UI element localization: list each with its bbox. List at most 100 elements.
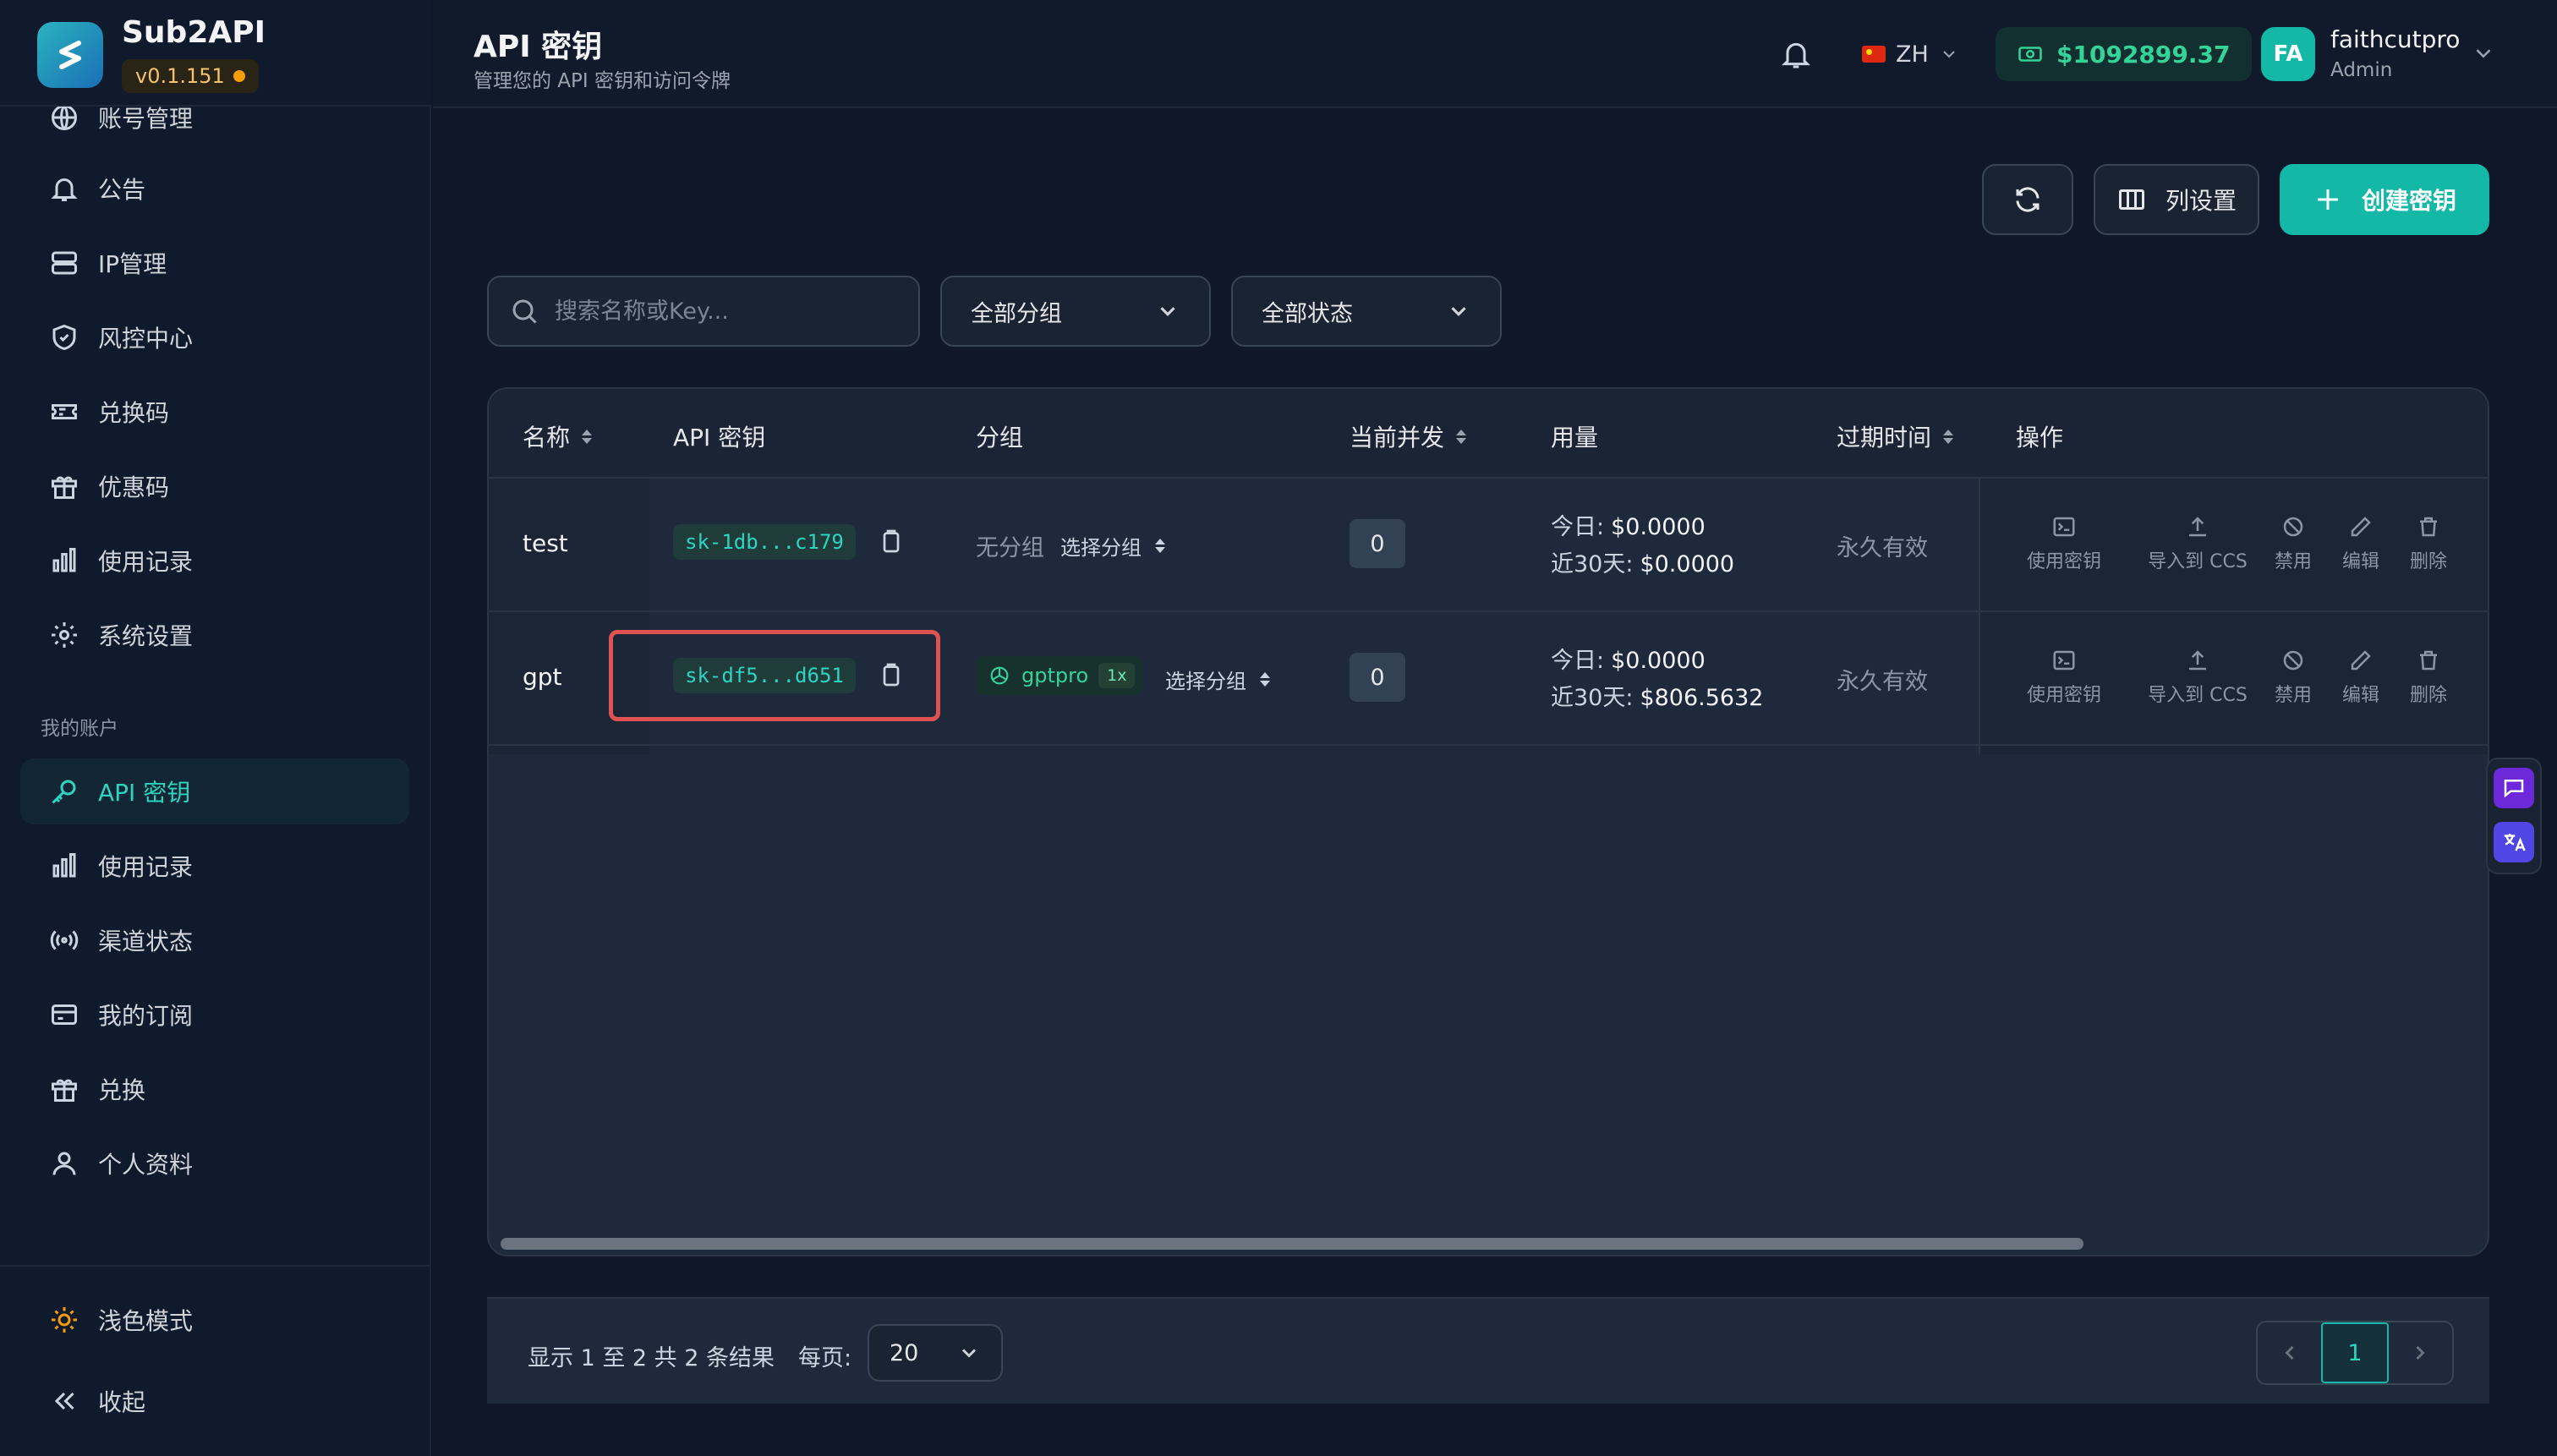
prev-page-button[interactable]: [2258, 1322, 2321, 1383]
balance-amount: $1092899.37: [2056, 40, 2231, 68]
group-badge: gptpro 1x: [976, 656, 1144, 695]
divider: [0, 1265, 431, 1267]
edit-key-button[interactable]: 编辑: [2327, 514, 2395, 573]
sidebar-item-announcements[interactable]: 公告: [20, 156, 409, 222]
usage-today-label: 今日:: [1551, 648, 1605, 674]
sidebar-item-usage[interactable]: 使用记录: [20, 833, 409, 899]
language-selector[interactable]: ZH: [1862, 36, 1959, 73]
search-input[interactable]: [555, 298, 910, 325]
page-title: API 密钥: [474, 30, 603, 64]
user-name[interactable]: faithcutpro: [2330, 25, 2460, 53]
edit-icon: [2351, 517, 2371, 537]
theme-toggle-button[interactable]: 浅色模式: [20, 1287, 409, 1353]
chevron-down-icon: [1451, 307, 1466, 316]
sidebar-item-risk-center[interactable]: 风控中心: [20, 304, 409, 370]
avatar[interactable]: FA: [2261, 27, 2315, 81]
import-ccs-button[interactable]: 导入到 CCS: [2134, 514, 2261, 573]
edit-icon: [2351, 650, 2371, 671]
table-row: test sk-1db...c179 无分组 选择分组 0 今日: $0.0000…: [489, 479, 2488, 612]
op-label: 编辑: [2341, 685, 2379, 706]
sidebar-item-profile[interactable]: 个人资料: [20, 1130, 409, 1196]
sidebar-item-subscriptions[interactable]: 我的订阅: [20, 982, 409, 1048]
select-group-button[interactable]: 选择分组: [1165, 665, 1270, 694]
sidebar-item-ip-management[interactable]: IP管理: [20, 230, 409, 296]
brand: Sub2API v0.1.151: [0, 0, 431, 107]
sidebar-item-label: 优惠码: [98, 473, 170, 501]
sidebar-item-label: 渠道状态: [98, 928, 194, 955]
bell-icon: [51, 178, 78, 201]
edit-key-button[interactable]: 编辑: [2327, 648, 2395, 707]
floating-toolbar: [2486, 758, 2542, 874]
collapse-sidebar-button[interactable]: 收起: [20, 1368, 409, 1434]
sidebar-item-api-keys[interactable]: API 密钥: [20, 758, 409, 824]
copy-key-button[interactable]: [878, 528, 905, 555]
sidebar-item-label: 系统设置: [98, 622, 194, 650]
usage-today-label: 今日:: [1551, 514, 1605, 540]
status-filter-select[interactable]: 全部状态: [1231, 276, 1502, 347]
delete-key-button[interactable]: 删除: [2395, 514, 2462, 573]
clipboard-icon: [883, 529, 900, 553]
chevron-right-icon: [2416, 1345, 2425, 1360]
sidebar-item-label: 使用记录: [98, 853, 194, 881]
sidebar-item-label: 我的订阅: [98, 1002, 194, 1030]
column-header-label: 用量: [1551, 424, 1599, 452]
sidebar-item-settings[interactable]: 系统设置: [20, 602, 409, 668]
logo-icon: [37, 22, 103, 88]
credit-card-icon: [52, 1004, 77, 1025]
sidebar-item-channel-status[interactable]: 渠道状态: [20, 907, 409, 973]
upload-icon: [2189, 517, 2206, 537]
page-button-current[interactable]: 1: [2321, 1322, 2389, 1383]
use-key-button[interactable]: 使用密钥: [2018, 514, 2111, 573]
notification-bell-icon[interactable]: [1779, 37, 1813, 71]
sidebar-item-label: 公告: [98, 176, 146, 204]
globe-icon: [52, 105, 77, 130]
api-key-value: sk-1db...c179: [673, 524, 856, 560]
sidebar-item-label: API 密钥: [98, 779, 191, 807]
column-settings-button[interactable]: 列设置: [2094, 164, 2259, 235]
trash-icon: [2420, 650, 2437, 671]
usage-30d-value: $806.5632: [1640, 685, 1764, 711]
horizontal-scrollbar[interactable]: [501, 1238, 2083, 1250]
import-ccs-button[interactable]: 导入到 CCS: [2134, 648, 2261, 707]
ban-icon: [2283, 517, 2303, 537]
gift-icon: [52, 476, 77, 499]
op-label: 删除: [2409, 685, 2447, 706]
sidebar-item-redeem-codes[interactable]: 兑换码: [20, 379, 409, 445]
user-menu-chevron-icon[interactable]: [2471, 41, 2496, 66]
disable-key-button[interactable]: 禁用: [2259, 648, 2327, 707]
translate-button[interactable]: [2494, 822, 2534, 862]
up-down-chevron-icon: [1260, 672, 1270, 687]
delete-key-button[interactable]: 删除: [2395, 648, 2462, 707]
disable-key-button[interactable]: 禁用: [2259, 514, 2327, 573]
create-key-label: 创建密钥: [2361, 187, 2456, 215]
next-page-button[interactable]: [2389, 1322, 2452, 1383]
group-none-label: 无分组: [976, 535, 1044, 561]
create-key-button[interactable]: 创建密钥: [2280, 164, 2489, 235]
sidebar-item-usage-admin[interactable]: 使用记录: [20, 528, 409, 594]
op-label: 禁用: [2274, 685, 2312, 706]
group-filter-select[interactable]: 全部分组: [940, 276, 1211, 347]
use-key-button[interactable]: 使用密钥: [2018, 648, 2111, 707]
per-page-select[interactable]: 20: [868, 1324, 1003, 1382]
up-down-chevron-icon: [1155, 539, 1165, 553]
search-box[interactable]: [487, 276, 920, 347]
balance-badge[interactable]: $1092899.37: [1996, 27, 2253, 81]
sort-icon: [582, 429, 593, 444]
usage-30d-label: 近30天:: [1551, 685, 1634, 711]
column-header-expires[interactable]: 过期时间: [1837, 419, 1954, 453]
per-page-label: 每页:: [798, 1345, 852, 1371]
sidebar-item-redeem[interactable]: 兑换: [20, 1056, 409, 1122]
refresh-button[interactable]: [1982, 164, 2073, 235]
sidebar-item-label: 使用记录: [98, 548, 194, 576]
pagination-bar: 显示 1 至 2 共 2 条结果 每页: 20 1: [487, 1297, 2489, 1404]
version-badge: v0.1.151: [122, 59, 259, 93]
pager: 1: [2256, 1321, 2454, 1385]
select-group-button[interactable]: 选择分组: [1060, 531, 1165, 561]
sidebar-item-promo-codes[interactable]: 优惠码: [20, 453, 409, 519]
usage-30d-value: $0.0000: [1640, 551, 1735, 577]
column-header-concurrency[interactable]: 当前并发: [1350, 419, 1467, 453]
highlight-box: [609, 630, 940, 721]
chat-assistant-button[interactable]: [2494, 768, 2534, 808]
column-header-name[interactable]: 名称: [523, 419, 593, 453]
ticket-icon: [52, 404, 77, 419]
